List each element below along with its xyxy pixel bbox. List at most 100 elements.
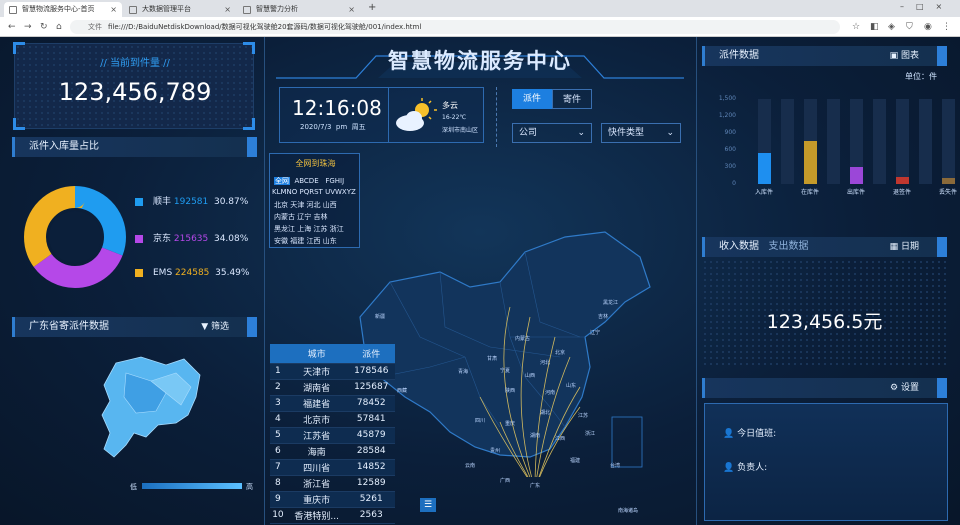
province-link[interactable]: 辽宁	[297, 213, 311, 221]
ruler	[496, 87, 497, 147]
province-link[interactable]: 上海	[297, 225, 311, 233]
extension-icon[interactable]: ◧	[870, 20, 879, 34]
province-link[interactable]: 山东	[323, 237, 337, 245]
table-row[interactable]: 8 浙江省 12589	[270, 475, 395, 492]
count-cell: 78452	[347, 395, 395, 412]
filter-letters[interactable]: ABCDE	[294, 177, 318, 185]
settings-button[interactable]: ⚙ 设置	[890, 378, 919, 398]
duty-today: 👤 今日值班:	[723, 426, 776, 439]
legend-pct: 35.49%	[215, 268, 250, 278]
bar-track	[896, 99, 909, 184]
home-icon[interactable]: ⌂	[56, 20, 62, 34]
bar-3[interactable]	[896, 177, 909, 184]
browser-tab-2[interactable]: 大数据管理平台 ×	[124, 2, 236, 17]
back-icon[interactable]: ←	[8, 20, 16, 34]
table-row[interactable]: 1 天津市 178546	[270, 363, 395, 380]
city-cell: 重庆市	[285, 491, 348, 508]
province-link[interactable]: 吉林	[313, 213, 327, 221]
province-link[interactable]: 江苏	[313, 225, 327, 233]
map-label: 新疆	[375, 314, 386, 320]
count-cell: 57841	[347, 411, 395, 428]
city-cell: 天津市	[285, 363, 348, 380]
map-label: 湖北	[540, 410, 551, 416]
province-link[interactable]: 安徽	[274, 237, 288, 245]
table-row[interactable]: 2 湖南省 125687	[270, 379, 395, 396]
x-tick-label: 在库件	[800, 189, 819, 196]
close-icon[interactable]: ×	[110, 2, 117, 17]
browser-tab-1[interactable]: 智慧物流服务中心-首页 ×	[4, 2, 122, 17]
province-link[interactable]: 山西	[323, 201, 337, 209]
city-cell: 浙江省	[285, 475, 348, 492]
y-tick-label: 1,200	[718, 112, 736, 119]
income-tab[interactable]: 收入数据	[719, 241, 759, 252]
province-link[interactable]: 天津	[290, 201, 304, 209]
today-count-title: // 当前到件量 //	[100, 58, 170, 69]
menu-icon[interactable]: ⋮	[942, 20, 951, 34]
province-link[interactable]: 北京	[274, 201, 288, 209]
filter-all[interactable]: 全网	[274, 177, 290, 185]
province-link[interactable]: 浙江	[330, 225, 344, 233]
list-toggle-button[interactable]: ☰	[420, 498, 436, 512]
city-cell: 湖南省	[285, 379, 348, 396]
filter-letters[interactable]: KLMNO	[272, 188, 297, 196]
new-tab-button[interactable]: +	[368, 2, 376, 13]
count-cell: 2563	[347, 507, 395, 524]
filter-letters[interactable]: PQRST	[300, 188, 323, 196]
close-icon[interactable]: ×	[348, 2, 355, 17]
province-link[interactable]: 河北	[306, 201, 320, 209]
province-filter-box: 全网到珠海 全网 ABCDE FGHIJ KLMNO PQRST UVWXYZ …	[269, 153, 360, 248]
date-button[interactable]: ▦ 日期	[890, 237, 919, 257]
rank-cell: 5	[270, 427, 286, 444]
forward-icon[interactable]: →	[24, 20, 32, 34]
table-row[interactable]: 5 江苏省 45879	[270, 427, 395, 444]
date-button-label: 日期	[900, 242, 919, 252]
province-link[interactable]: 江西	[306, 237, 320, 245]
window-controls[interactable]: –□×	[900, 2, 954, 11]
table-row[interactable]: 10 香港特别... 2563	[270, 507, 395, 524]
company-select[interactable]: 公司 ⌄	[512, 123, 592, 143]
table-row[interactable]: 3 福建省 78452	[270, 395, 395, 412]
rank-cell: 7	[270, 459, 286, 476]
province-link[interactable]: 福建	[290, 237, 304, 245]
reload-icon[interactable]: ↻	[40, 20, 48, 34]
map-label: 台湾	[610, 463, 621, 469]
calendar-icon: ▦	[889, 242, 899, 252]
bar-1[interactable]	[804, 141, 817, 184]
title-tag	[247, 137, 257, 157]
bar-0[interactable]	[758, 153, 771, 184]
filter-button[interactable]: ▼ 筛选	[201, 317, 229, 337]
rank-cell: 4	[270, 411, 286, 428]
map-label: 湖南	[530, 433, 541, 439]
shield-icon[interactable]: ◈	[888, 20, 895, 34]
express-type-select[interactable]: 快件类型 ⌄	[601, 123, 681, 143]
avatar-icon[interactable]: ◉	[924, 20, 932, 34]
url-input[interactable]: 文件 file:///D:/BaiduNetdiskDownload/数据可视化驾…	[70, 20, 840, 34]
map-label: 贵州	[490, 448, 501, 454]
star-icon[interactable]: ☆	[852, 20, 860, 34]
company-select-value: 公司	[519, 128, 538, 138]
browser-tab-3[interactable]: 智慧警力分析 ×	[238, 2, 360, 17]
table-row[interactable]: 9 重庆市 5261	[270, 491, 395, 508]
table-row[interactable]: 4 北京市 57841	[270, 411, 395, 428]
expense-tab[interactable]: 支出数据	[769, 241, 809, 252]
chevron-down-icon: ⌄	[666, 128, 674, 138]
filter-icon: ▼	[201, 322, 209, 332]
province-link[interactable]: 内蒙古	[274, 213, 295, 221]
map-label: 福建	[570, 458, 581, 464]
scale-high-label: 高	[246, 483, 253, 491]
bar-4[interactable]	[942, 178, 955, 184]
bar-2[interactable]	[850, 167, 863, 184]
tab-send[interactable]: 寄件	[552, 89, 592, 109]
close-icon[interactable]: ×	[224, 2, 231, 17]
province-link[interactable]: 黑龙江	[274, 225, 295, 233]
share-panel-title: 派件入库量占比	[12, 137, 257, 157]
corner	[243, 118, 255, 130]
chart-button[interactable]: ▣ 图表	[890, 46, 919, 66]
table-row[interactable]: 7 四川省 14852	[270, 459, 395, 476]
shield-icon[interactable]: ⛉	[906, 20, 913, 34]
legend-item-jd: 京东 215635 34.08%	[135, 231, 248, 244]
filter-letters[interactable]: FGHIJ	[325, 177, 344, 185]
table-row[interactable]: 6 海南 28584	[270, 443, 395, 460]
tab-dispatch[interactable]: 派件	[512, 89, 552, 109]
filter-letters[interactable]: UVWXYZ	[325, 188, 356, 196]
